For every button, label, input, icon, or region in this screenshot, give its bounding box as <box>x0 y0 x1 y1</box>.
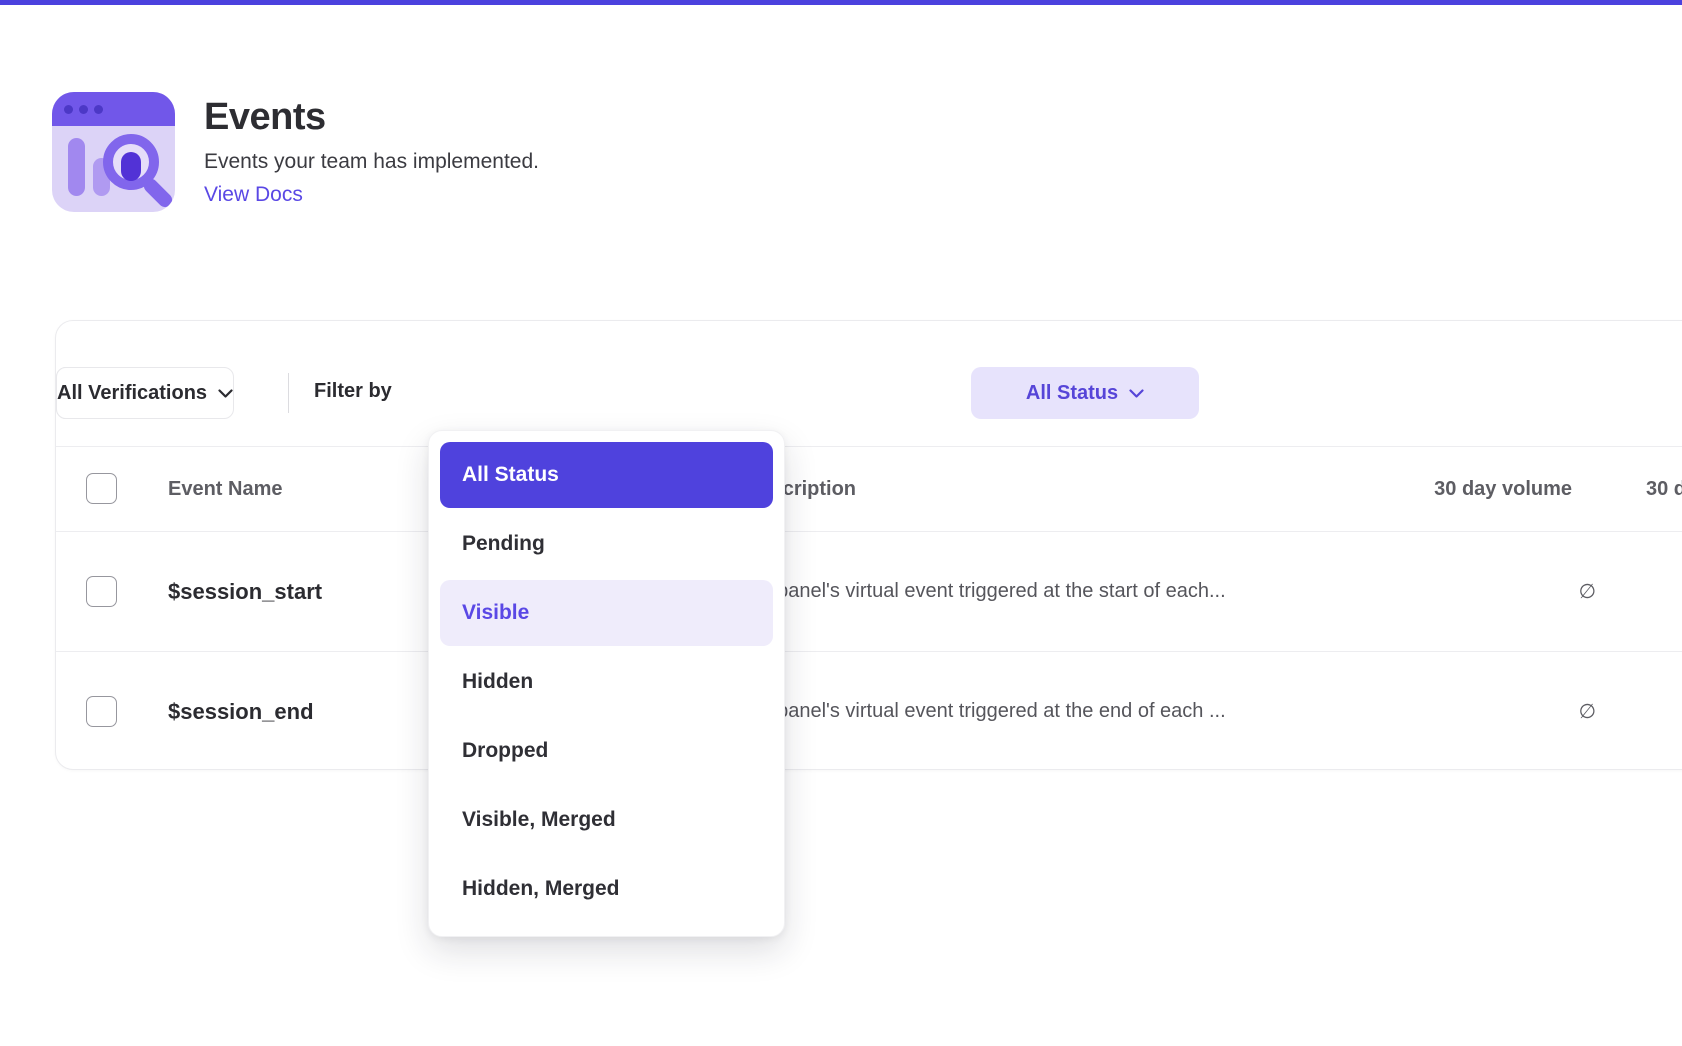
filter-dropdown-button[interactable]: All Status <box>971 367 1199 419</box>
status-menu-item[interactable]: Visible, Merged <box>440 787 773 853</box>
filter-label: All Verifications <box>57 382 207 405</box>
status-menu-item-label: Dropped <box>462 739 548 763</box>
table-header-row: Event Name Description 30 day volume 30 … <box>56 446 1682 531</box>
view-docs-link[interactable]: View Docs <box>204 183 303 207</box>
top-accent-bar <box>0 0 1682 5</box>
window-dot-icon <box>64 105 73 114</box>
status-menu-item-label: Hidden <box>462 670 533 694</box>
event-30-day-volume: ∅ <box>1256 652 1596 771</box>
events-table-card: 2 results Filter by All Status All Tags … <box>55 320 1682 770</box>
column-header-event-name[interactable]: Event Name <box>168 447 283 531</box>
window-dot-icon <box>94 105 103 114</box>
chevron-down-icon <box>218 389 233 398</box>
page-title: Events <box>204 96 326 139</box>
chart-bar-icon <box>68 138 85 196</box>
toolbar-divider <box>288 373 289 413</box>
status-menu-item[interactable]: Dropped <box>440 718 773 784</box>
event-description: Mixpanel's virtual event triggered at th… <box>746 532 1226 651</box>
status-menu-item-label: All Status <box>462 463 559 487</box>
events-page-icon <box>52 92 175 212</box>
status-filter-dropdown-menu: All Status Pending Visible Hidden Droppe… <box>428 430 785 937</box>
event-30-day-volume: ∅ <box>1256 532 1596 651</box>
status-menu-item[interactable]: Hidden <box>440 649 773 715</box>
filter-label: All Status <box>1026 382 1118 405</box>
status-menu-item[interactable]: Hidden, Merged <box>440 856 773 922</box>
event-name[interactable]: $session_start <box>168 532 322 651</box>
table-row[interactable]: $session_end Mixpanel's virtual event tr… <box>56 651 1682 771</box>
row-checkbox[interactable] <box>86 696 117 727</box>
browser-window-bar <box>52 92 175 126</box>
status-menu-item-label: Visible, Merged <box>462 808 616 832</box>
select-all-checkbox[interactable] <box>86 473 117 504</box>
status-menu-item[interactable]: Visible <box>440 580 773 646</box>
status-menu-item-label: Hidden, Merged <box>462 877 620 901</box>
chevron-down-icon <box>1129 389 1144 398</box>
magnifier-core-icon <box>121 152 141 181</box>
status-menu-item-label: Pending <box>462 532 545 556</box>
window-dot-icon <box>79 105 88 114</box>
filter-by-label: Filter by <box>314 380 392 403</box>
column-header-30-day-volume[interactable]: 30 day volume <box>1256 447 1572 531</box>
filter-dropdown-button[interactable]: All Verifications <box>56 367 234 419</box>
table-body: $session_start Mixpanel's virtual event … <box>56 531 1682 771</box>
column-header-30-day-extra[interactable]: 30 day <box>1646 447 1682 531</box>
status-menu-item-label: Visible <box>462 601 529 625</box>
status-menu-item[interactable]: All Status <box>440 442 773 508</box>
row-checkbox[interactable] <box>86 576 117 607</box>
table-row[interactable]: $session_start Mixpanel's virtual event … <box>56 531 1682 651</box>
event-name[interactable]: $session_end <box>168 652 314 771</box>
event-description: Mixpanel's virtual event triggered at th… <box>746 652 1226 771</box>
page-subtitle: Events your team has implemented. <box>204 150 539 174</box>
status-menu-item[interactable]: Pending <box>440 511 773 577</box>
